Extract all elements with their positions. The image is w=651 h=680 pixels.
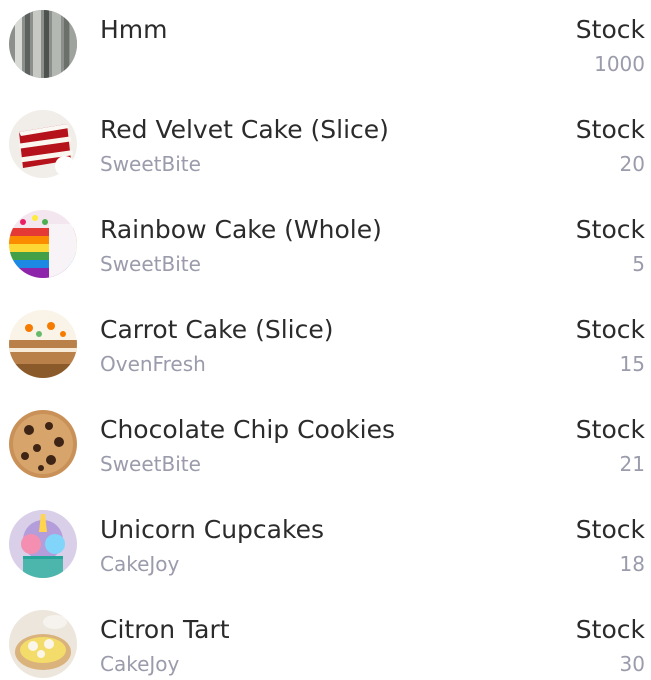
stock-count: 15 [619,352,645,376]
product-vendor: CakeJoy [100,652,180,676]
product-row[interactable]: Hmm Stock 1000 [0,0,651,100]
product-name: Hmm [100,15,168,44]
product-row[interactable]: Chocolate Chip Cookies SweetBite Stock 2… [0,400,651,500]
product-name: Unicorn Cupcakes [100,515,324,544]
product-name: Carrot Cake (Slice) [100,315,334,344]
product-thumbnail [9,510,77,578]
stock-label: Stock [575,215,645,244]
stock-label: Stock [575,615,645,644]
product-row[interactable]: Citron Tart CakeJoy Stock 30 [0,600,651,680]
red-velvet-cake-photo-icon [9,110,77,178]
product-list: Hmm Stock 1000 Red Velvet Cake (Slice) S… [0,0,651,680]
stock-label: Stock [575,415,645,444]
product-row[interactable]: Unicorn Cupcakes CakeJoy Stock 18 [0,500,651,600]
chocolate-chip-cookie-photo-icon [9,410,77,478]
stock-count: 1000 [594,52,645,76]
stock-label: Stock [575,315,645,344]
product-name: Rainbow Cake (Whole) [100,215,382,244]
unicorn-cupcake-photo-icon [9,510,77,578]
product-row[interactable]: Red Velvet Cake (Slice) SweetBite Stock … [0,100,651,200]
stock-label: Stock [575,115,645,144]
product-thumbnail [9,610,77,678]
stock-count: 20 [619,152,645,176]
product-thumbnail [9,210,77,278]
product-name: Citron Tart [100,615,230,644]
product-thumbnail [9,410,77,478]
stock-label: Stock [575,15,645,44]
product-vendor: SweetBite [100,252,201,276]
product-vendor: OvenFresh [100,352,206,376]
carrot-cake-photo-icon [9,310,77,378]
stock-count: 5 [632,252,645,276]
stock-count: 30 [619,652,645,676]
curtain-photo-icon [9,10,77,78]
product-row[interactable]: Carrot Cake (Slice) OvenFresh Stock 15 [0,300,651,400]
product-thumbnail [9,10,77,78]
citron-tart-photo-icon [9,610,77,678]
product-name: Chocolate Chip Cookies [100,415,395,444]
product-thumbnail [9,110,77,178]
product-vendor: SweetBite [100,152,201,176]
stock-count: 21 [619,452,645,476]
product-row[interactable]: Rainbow Cake (Whole) SweetBite Stock 5 [0,200,651,300]
stock-label: Stock [575,515,645,544]
rainbow-cake-photo-icon [9,210,77,278]
stock-count: 18 [619,552,645,576]
product-vendor: SweetBite [100,452,201,476]
product-thumbnail [9,310,77,378]
product-name: Red Velvet Cake (Slice) [100,115,389,144]
product-vendor: CakeJoy [100,552,180,576]
